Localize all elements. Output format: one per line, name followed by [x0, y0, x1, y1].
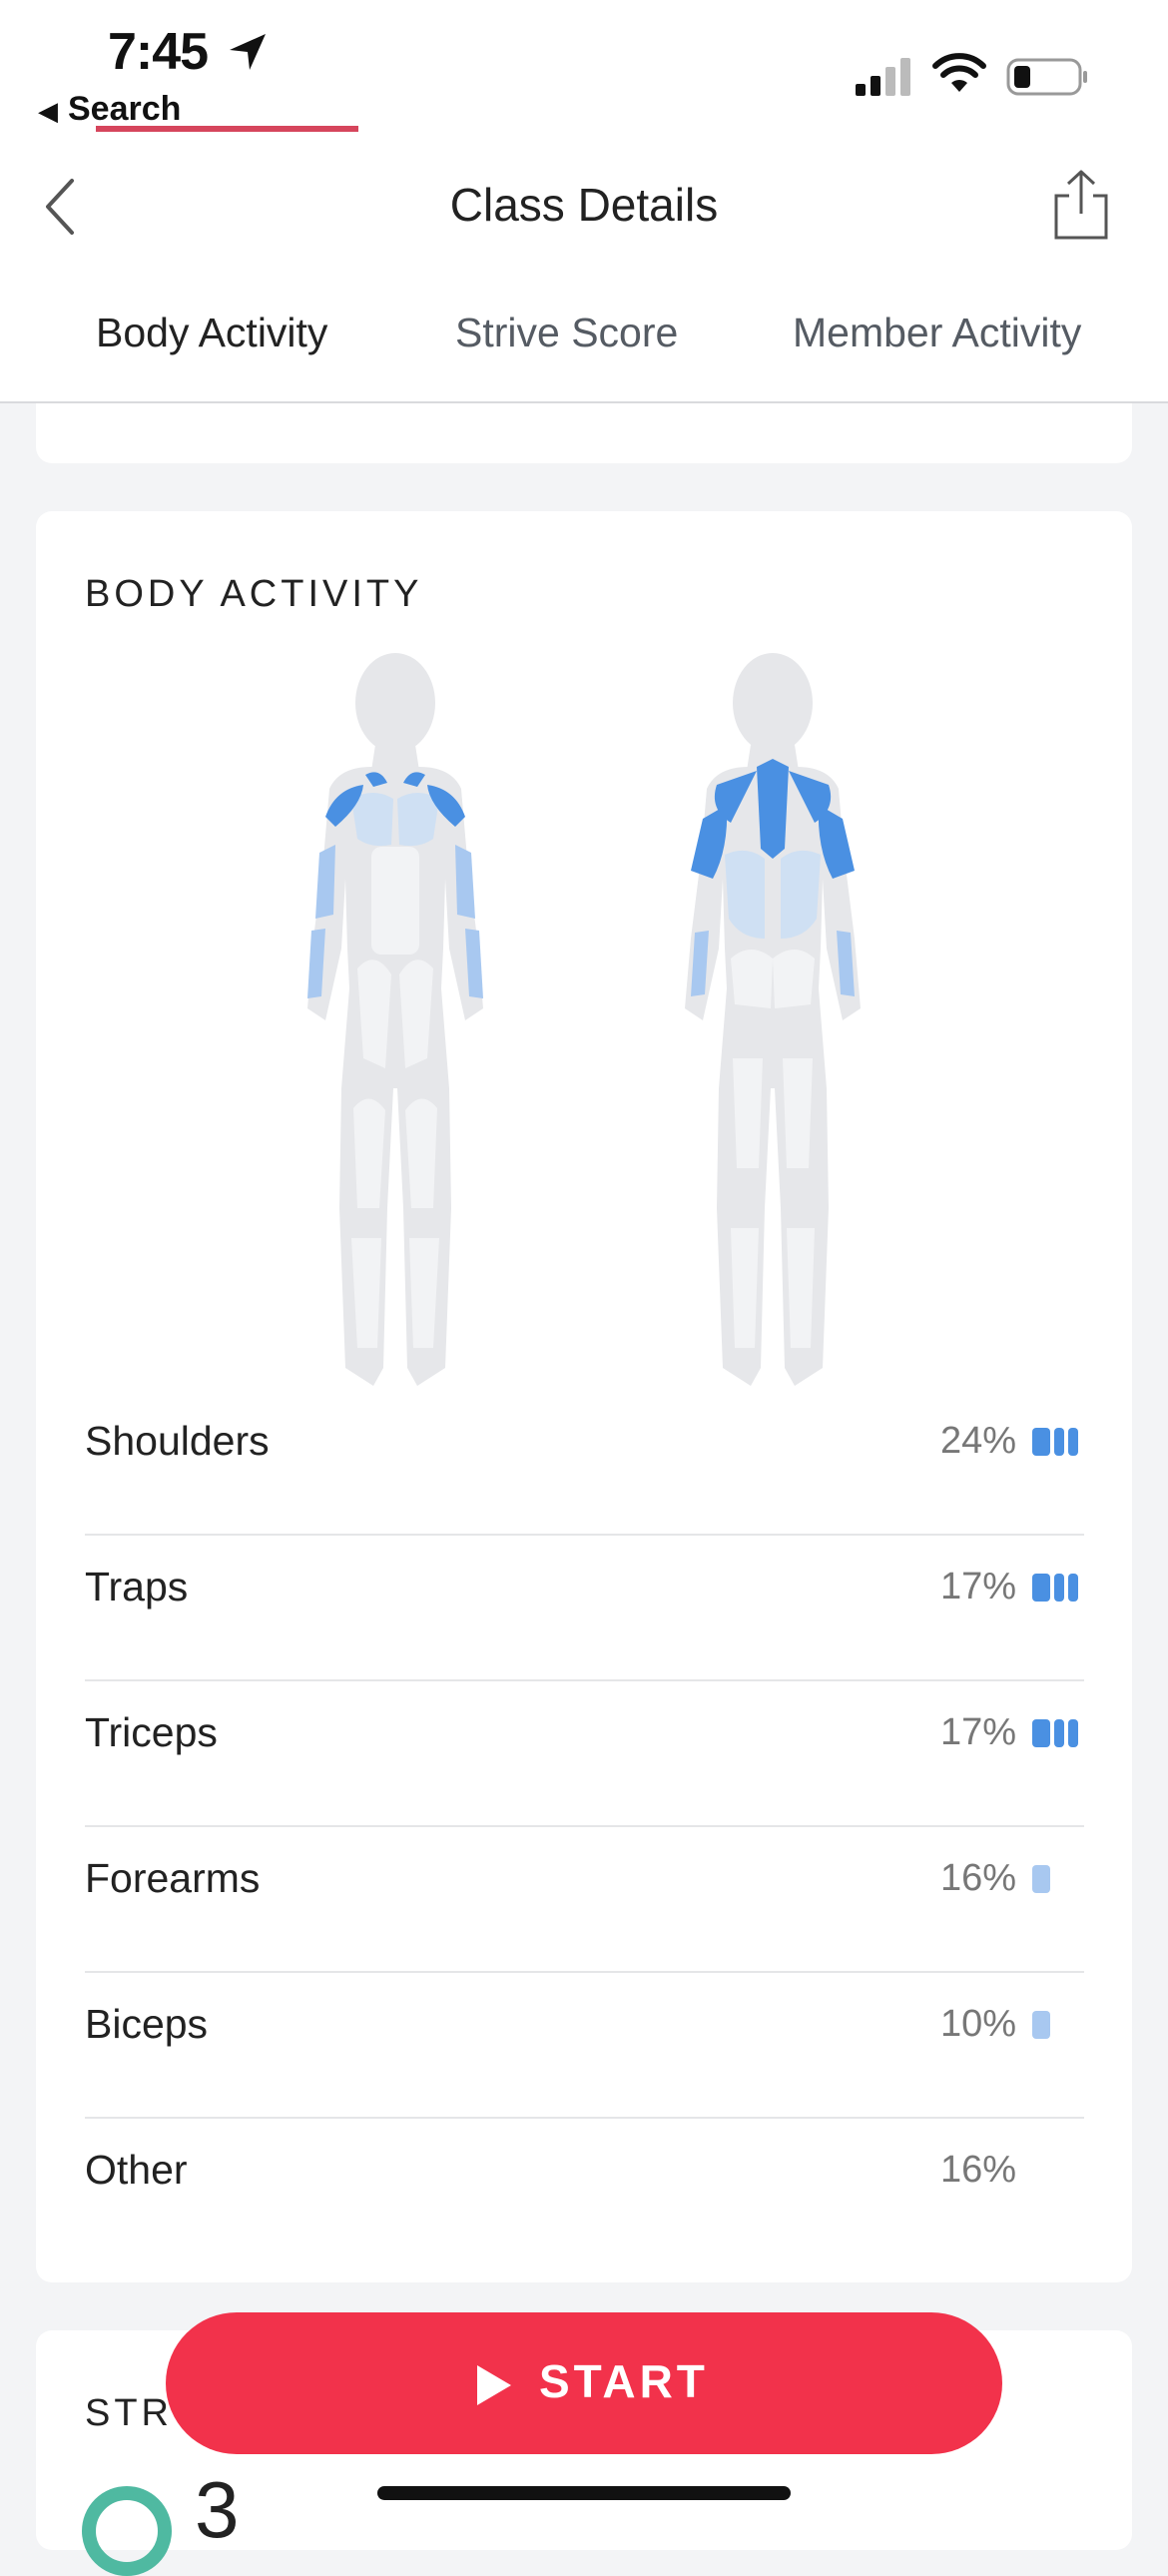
muscle-map-figure: [307, 653, 861, 1386]
level-bar: [1032, 1865, 1050, 1893]
muscle-name: Other: [85, 2147, 188, 2193]
level-bar: [1068, 1574, 1078, 1602]
level-bar: [1068, 1719, 1078, 1747]
list-item: Shoulders 24%: [85, 1390, 1084, 1536]
tab-bar: Body Activity Strive Score Member Activi…: [0, 270, 1168, 403]
muscle-percent: 17%: [939, 1566, 1016, 1608]
location-arrow-icon: [230, 34, 266, 70]
muscle-percent: 16%: [939, 1857, 1016, 1899]
previous-card: [36, 403, 1132, 463]
list-item: Biceps 10%: [85, 1973, 1084, 2119]
muscle-percent: 17%: [939, 1711, 1016, 1753]
level-bar: [1032, 1428, 1050, 1456]
muscle-percent: 10%: [939, 2003, 1016, 2045]
level-bars-icon: [1032, 1428, 1078, 1456]
level-bar: [1054, 1719, 1064, 1747]
back-triangle-icon: ◀: [38, 96, 58, 126]
level-bar: [1054, 1428, 1064, 1456]
list-item: Traps 17%: [85, 1536, 1084, 1681]
muscle-name: Forearms: [85, 1855, 261, 1901]
front-body: [307, 653, 483, 1386]
level-bars-icon: [1032, 1574, 1078, 1602]
tab-strive-score[interactable]: Strive Score: [455, 310, 678, 356]
status-time: 7:45: [108, 23, 209, 81]
level-bar: [1032, 1574, 1050, 1602]
tab-member-activity[interactable]: Member Activity: [793, 310, 1081, 356]
muscle-name: Shoulders: [85, 1418, 270, 1464]
next-section-title: STR: [85, 2392, 173, 2434]
muscle-name: Biceps: [85, 2001, 209, 2047]
level-bars-icon: [1032, 1865, 1050, 1893]
back-to-app-label: Search: [68, 90, 182, 128]
level-bars-icon: [1032, 2011, 1050, 2039]
next-section-value: 3: [195, 2465, 240, 2554]
section-title: BODY ACTIVITY: [85, 573, 423, 615]
muscle-name: Triceps: [85, 1709, 218, 1755]
muscle-percent: 24%: [939, 1420, 1016, 1462]
battery-icon: [1006, 58, 1087, 96]
active-tab-indicator: [96, 126, 358, 132]
back-to-app-link[interactable]: ◀ Search: [38, 90, 181, 129]
home-indicator: [377, 2486, 791, 2500]
list-item: Triceps 17%: [85, 1681, 1084, 1827]
tab-body-activity[interactable]: Body Activity: [96, 310, 327, 356]
level-bar: [1054, 1574, 1064, 1602]
wifi-icon: [932, 53, 986, 92]
level-bar: [1068, 1428, 1078, 1456]
level-bars-icon: [1032, 1719, 1078, 1747]
list-item: Forearms 16%: [85, 1827, 1084, 1973]
list-item: Other 16%: [85, 2119, 1084, 2264]
play-icon: [477, 2365, 511, 2405]
cellular-signal-icon: [856, 58, 910, 96]
share-icon[interactable]: [1050, 168, 1112, 244]
muscle-percent: 16%: [939, 2149, 1016, 2191]
start-button-label: START: [539, 2355, 709, 2407]
strive-ring-icon: [82, 2486, 172, 2576]
level-bar: [1032, 2011, 1050, 2039]
level-bar: [1032, 1719, 1050, 1747]
muscle-name: Traps: [85, 1564, 189, 1610]
page-title: Class Details: [449, 179, 719, 231]
